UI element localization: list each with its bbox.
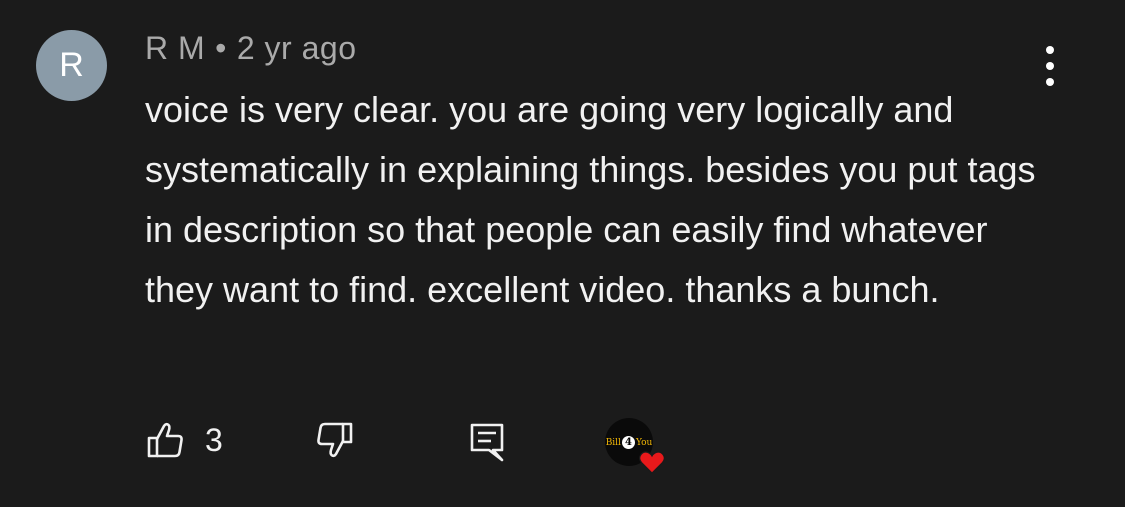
author-name[interactable]: R M xyxy=(145,30,205,66)
meta-separator: • xyxy=(215,30,227,66)
creator-avatar: Bill 4 You xyxy=(605,418,665,474)
creator-logo: Bill 4 You xyxy=(605,435,653,449)
like-button[interactable]: 3 xyxy=(145,420,223,460)
avatar[interactable]: R xyxy=(36,30,107,101)
thumbs-up-icon xyxy=(147,422,183,458)
heart-icon xyxy=(639,451,665,474)
like-count: 3 xyxy=(205,421,223,458)
reply-button[interactable] xyxy=(467,420,507,464)
comment-timestamp: 2 yr ago xyxy=(236,30,357,66)
comment-meta: R M • 2 yr ago xyxy=(145,30,356,67)
avatar-letter: R xyxy=(59,46,84,84)
thumbs-down-icon xyxy=(317,422,353,458)
dislike-button[interactable] xyxy=(315,420,355,460)
reply-icon xyxy=(470,423,504,462)
comment-text: voice is very clear. you are going very … xyxy=(145,89,1036,310)
creator-heart-badge: Bill 4 You xyxy=(605,418,665,474)
